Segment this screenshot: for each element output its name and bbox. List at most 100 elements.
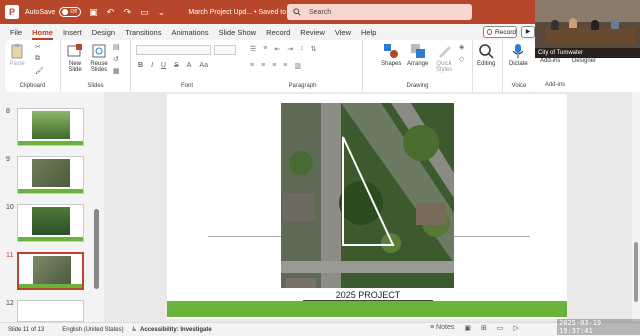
search-box[interactable]: Search — [287, 4, 472, 20]
tab-view[interactable]: View — [335, 28, 351, 37]
autosave-label: AutoSave — [25, 8, 56, 16]
save-icon[interactable]: ▣ — [88, 7, 98, 17]
new-slide-button[interactable]: New Slide — [65, 43, 85, 73]
record-icon — [487, 29, 493, 35]
copy-icon[interactable]: ⧉ — [35, 55, 40, 63]
accessibility-icon: ♿ — [131, 327, 138, 333]
underline-button[interactable]: U — [161, 62, 166, 69]
editing-label: Editing — [477, 61, 496, 67]
tab-home[interactable]: Home — [32, 28, 53, 40]
tab-insert[interactable]: Insert — [63, 28, 82, 37]
notes-button[interactable]: ≡ Notes — [430, 324, 454, 332]
tab-transitions[interactable]: Transitions — [125, 28, 161, 37]
canvas-scrollbar[interactable] — [632, 92, 640, 322]
align-center-icon[interactable]: ≡ — [261, 62, 265, 70]
bullets-icon[interactable]: ☰ — [250, 45, 256, 53]
reuse-slides-label: Reuse Slides — [90, 61, 108, 73]
quick-styles-button[interactable]: Quick Styles — [433, 43, 455, 73]
aerial-photo[interactable] — [281, 103, 454, 288]
tab-slide-show[interactable]: Slide Show — [219, 28, 257, 37]
shape-fill-icon[interactable]: ◈ — [459, 43, 464, 51]
justify-icon[interactable]: ≡ — [283, 62, 287, 70]
dictate-button[interactable]: Dictate — [509, 43, 528, 67]
new-slide-label: New Slide — [68, 61, 82, 73]
cut-icon[interactable]: ✂ — [35, 43, 41, 51]
editing-button[interactable]: Editing — [477, 43, 495, 67]
slide-counter: Slide 11 of 13 — [8, 326, 45, 333]
present-icon[interactable]: ▭ — [139, 7, 149, 17]
bold-button[interactable]: B — [138, 62, 143, 69]
columns-icon[interactable]: ▥ — [294, 62, 301, 70]
slide-thumbnail-10[interactable] — [17, 204, 84, 242]
highlight-icon[interactable]: Aa — [199, 62, 208, 69]
autosave-toggle[interactable]: Off — [59, 7, 82, 17]
align-right-icon[interactable]: ≡ — [272, 62, 276, 70]
tab-review[interactable]: Review — [300, 28, 325, 37]
tab-design[interactable]: Design — [92, 28, 115, 37]
microphone-icon — [512, 44, 524, 58]
layout-icon[interactable]: ▤ — [113, 43, 120, 51]
font-label: Font — [180, 83, 193, 89]
tab-file[interactable]: File — [10, 28, 22, 37]
paste-button[interactable]: Paste — [9, 43, 25, 67]
powerpoint-window: P AutoSave Off ▣ ↶ ↷ ▭ ⌄ March Project U… — [0, 0, 640, 336]
reuse-slides-icon — [92, 44, 106, 58]
slide-sorter-icon[interactable]: ⊞ — [481, 324, 487, 332]
format-painter-icon[interactable]: 🖌 — [35, 67, 44, 75]
numbering-icon[interactable]: ≡ — [263, 45, 267, 53]
voice-group: Dictate Voice — [503, 40, 535, 92]
increase-indent-icon[interactable]: ⇥ — [287, 45, 293, 53]
tab-animations[interactable]: Animations — [171, 28, 208, 37]
record-button[interactable]: Record — [483, 26, 517, 38]
reuse-slides-button[interactable]: Reuse Slides — [89, 43, 109, 73]
new-slide-icon — [67, 44, 82, 57]
slide-thumbnail-8[interactable] — [17, 108, 84, 146]
section-icon[interactable]: ▦ — [113, 67, 120, 75]
quick-styles-label: Quick Styles — [435, 61, 453, 73]
video-feed: City of Tumwater — [535, 0, 640, 58]
aerial-map-image — [281, 103, 454, 288]
tab-help[interactable]: Help — [361, 28, 376, 37]
reset-icon[interactable]: ↺ — [113, 55, 119, 63]
slide-title[interactable]: 2025 PROJECT — [303, 290, 433, 301]
slideshow-icon[interactable]: ▷ — [513, 324, 518, 332]
tab-record[interactable]: Record — [266, 28, 290, 37]
strikethrough-button[interactable]: S — [174, 62, 179, 69]
slide-thumbnail-11[interactable] — [17, 252, 84, 290]
addins-label: Add-ins — [540, 58, 561, 64]
language-indicator[interactable]: English (United States) — [62, 327, 123, 333]
slide-thumbnail-12[interactable] — [17, 300, 84, 322]
italic-button[interactable]: I — [151, 62, 153, 69]
decrease-indent-icon[interactable]: ⇤ — [274, 45, 280, 53]
font-family-dropdown[interactable] — [136, 45, 211, 55]
present-button[interactable]: ▶ — [521, 26, 535, 38]
undo-icon[interactable]: ↶ — [105, 7, 115, 17]
slide-thumbnails-pane: 8 9 10 11 12 — [0, 92, 104, 322]
slide-thumbnail-9[interactable] — [17, 156, 84, 194]
dictate-label: Dictate — [509, 61, 528, 67]
designer-button[interactable]: Designer — [572, 58, 596, 64]
video-timestamp: 2025-03-19 19:37:41 — [557, 319, 640, 335]
notes-icon: ≡ — [430, 324, 435, 331]
shapes-button[interactable]: Shapes — [381, 43, 401, 67]
slides-label: Slides — [87, 83, 104, 89]
customize-toolbar-icon[interactable]: ⌄ — [156, 7, 166, 17]
thumbnail-scrollbar[interactable] — [94, 209, 99, 289]
thumbnail-number: 9 — [6, 156, 10, 163]
font-size-dropdown[interactable] — [214, 45, 236, 55]
normal-view-icon[interactable]: ▣ — [464, 324, 471, 332]
arrange-label: Arrange — [407, 61, 429, 67]
addins-button[interactable]: Add-ins — [540, 58, 560, 64]
arrange-button[interactable]: Arrange — [407, 43, 428, 67]
redo-icon[interactable]: ↷ — [122, 7, 132, 17]
shape-outline-icon[interactable]: ◇ — [459, 55, 464, 63]
thumbnail-number: 12 — [6, 300, 14, 307]
canvas-scroll-thumb[interactable] — [634, 242, 638, 302]
text-direction-icon[interactable]: ⇅ — [311, 45, 317, 53]
align-left-icon[interactable]: ≡ — [250, 62, 254, 70]
drawing-group: Shapes Arrange Quick Styles ◈ ◇ Drawing — [363, 40, 473, 92]
line-spacing-icon[interactable]: ↕ — [300, 45, 304, 53]
reading-view-icon[interactable]: ▭ — [497, 324, 504, 332]
accessibility-status[interactable]: Accessibility: Investigate — [140, 327, 212, 333]
font-color-icon[interactable]: A — [187, 62, 192, 69]
